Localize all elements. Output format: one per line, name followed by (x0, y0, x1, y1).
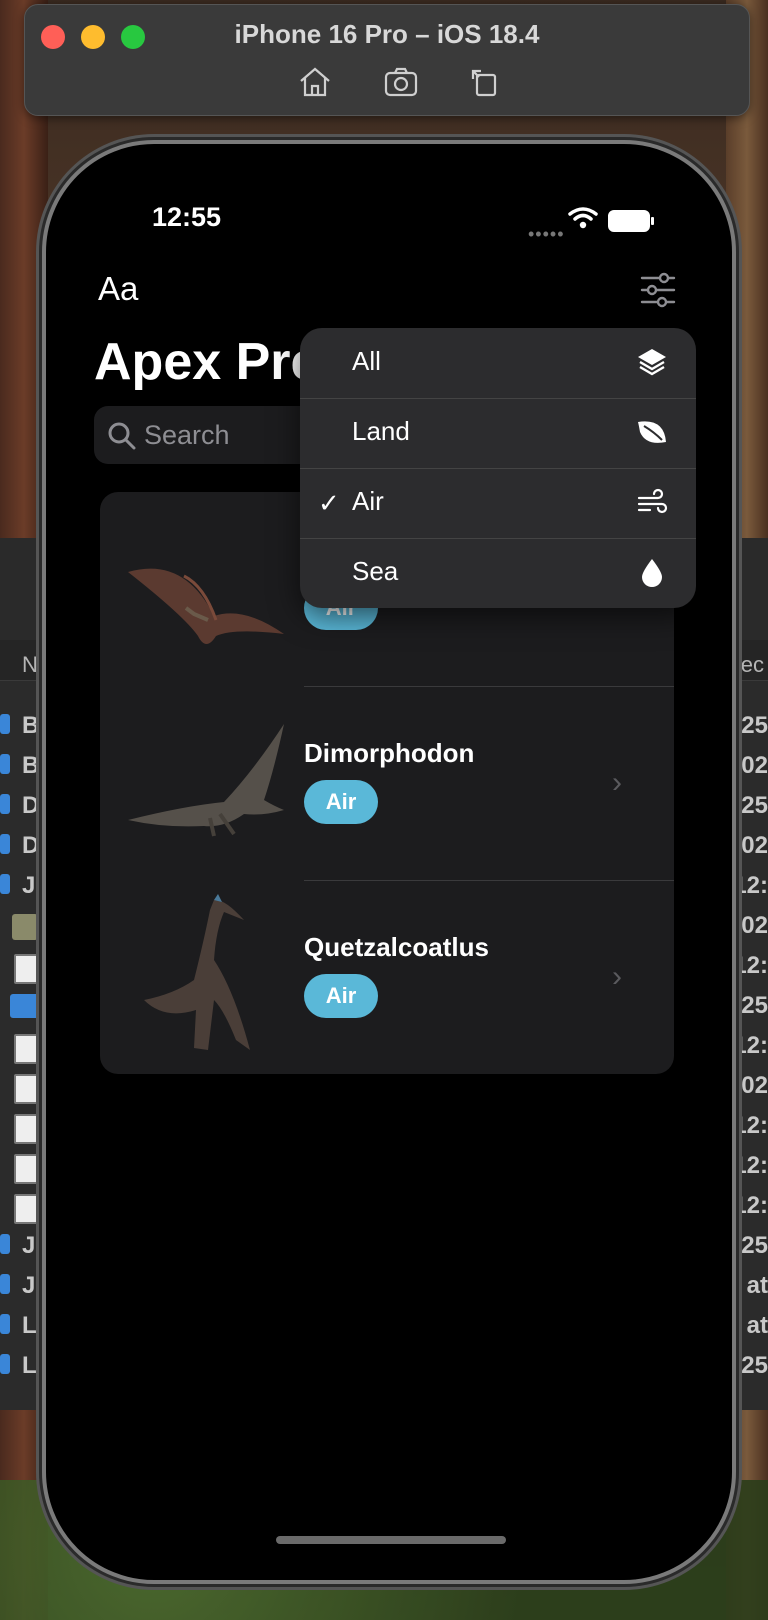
menu-item-land[interactable]: Land (300, 398, 696, 468)
file-icon (14, 1194, 38, 1224)
simulator-title: iPhone 16 Pro – iOS 18.4 (234, 19, 540, 49)
folder-icon (0, 874, 10, 894)
signal-icon: ••••• (528, 224, 565, 244)
drop-icon (642, 559, 662, 587)
dinosaur-name: Dimorphodon (304, 738, 475, 768)
menu-item-sea[interactable]: Sea (300, 538, 696, 608)
menu-item-label: Land (352, 416, 410, 446)
file-icon (14, 1114, 38, 1144)
dinosaur-name: Quetzalcoatlus (304, 932, 489, 962)
folder-icon (0, 1274, 10, 1294)
chevron-right-icon: › (612, 960, 622, 993)
iphone-screen: 12:55 ••••• Aa Apex Pre Search Dimorphod… (42, 140, 736, 1584)
menu-item-all[interactable]: All (300, 328, 696, 398)
divider (300, 538, 696, 539)
divider (300, 398, 696, 399)
finder-row-date: 12: (733, 952, 768, 979)
finder-row-date: 12: (733, 1192, 768, 1219)
folder-icon (0, 1234, 10, 1254)
finder-row-name: D (22, 792, 40, 819)
home-indicator[interactable] (276, 1536, 506, 1544)
divider (304, 880, 674, 881)
search-icon (108, 422, 136, 450)
wifi-icon (568, 207, 598, 229)
folder-icon (0, 1354, 10, 1374)
file-icon (14, 1074, 38, 1104)
finder-name-column[interactable]: N (22, 652, 38, 678)
file-icon (14, 1154, 38, 1184)
screenshot-icon[interactable] (383, 65, 419, 99)
finder-row-name: JI (22, 1272, 43, 1299)
image-file-icon (12, 914, 38, 940)
simulator-titlebar: iPhone 16 Pro – iOS 18.4 (24, 4, 750, 116)
search-placeholder: Search (144, 420, 230, 450)
folder-icon (0, 754, 10, 774)
home-icon[interactable] (297, 65, 333, 99)
folder-icon (0, 834, 10, 854)
finder-row-date: 12: (733, 1152, 768, 1179)
type-badge: Air (304, 780, 378, 824)
finder-row-name: D (22, 832, 40, 859)
filter-icon[interactable] (640, 272, 676, 308)
leaf-icon (638, 421, 666, 443)
dimorphodon-image (128, 724, 284, 837)
chevron-right-icon: › (612, 766, 622, 799)
finder-row-date: 12: (733, 1032, 768, 1059)
file-icon (14, 1034, 38, 1064)
checkmark-icon: ✓ (318, 488, 340, 518)
layers-icon (638, 349, 666, 376)
font-size-button[interactable]: Aa (98, 270, 138, 308)
folder-icon (0, 714, 10, 734)
divider (300, 468, 696, 469)
folder-icon (0, 794, 10, 814)
list-item[interactable]: Dimorphodon Air › (100, 686, 674, 880)
filter-menu: All Land ✓ Air Sea (300, 328, 696, 608)
menu-item-air[interactable]: ✓ Air (300, 468, 696, 538)
finder-row-date: 12: (733, 872, 768, 899)
type-badge: Air (304, 974, 378, 1018)
page-title: Apex Pre (94, 333, 320, 391)
wind-icon (637, 488, 668, 514)
file-icon (14, 954, 38, 984)
rotate-icon[interactable] (467, 65, 503, 99)
folder-icon (10, 994, 40, 1018)
menu-item-label: Air (352, 486, 384, 516)
menu-item-label: All (352, 346, 381, 376)
pteranodon-image (128, 568, 284, 644)
status-time: 12:55 (152, 202, 222, 232)
battery-icon (608, 210, 654, 232)
menu-item-label: Sea (352, 556, 399, 586)
finder-row-name: JI (22, 872, 43, 899)
quetzalcoatlus-image (144, 894, 250, 1050)
folder-icon (0, 1314, 10, 1334)
list-item[interactable]: Quetzalcoatlus Air › (100, 880, 674, 1074)
divider (304, 686, 674, 687)
finder-row-date: 12: (733, 1112, 768, 1139)
finder-row-name: JI (22, 1232, 43, 1259)
